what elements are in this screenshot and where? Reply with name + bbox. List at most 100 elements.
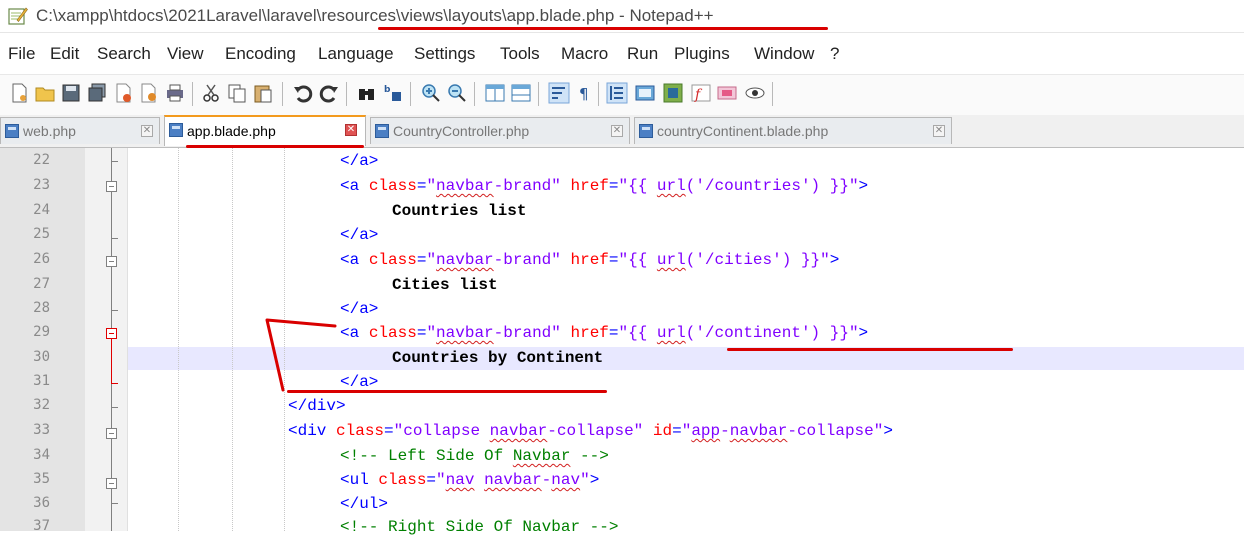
line-number: 37	[33, 518, 50, 534]
cut-icon[interactable]	[200, 82, 222, 104]
tab-label: web.php	[23, 123, 76, 139]
code-line: 22 </a>	[0, 152, 1244, 175]
zoom-in-icon[interactable]	[420, 82, 442, 104]
toolbar-separator	[474, 82, 475, 106]
code-text: <!-- Right Side Of Navbar -->	[340, 518, 619, 536]
indent-guide-icon[interactable]	[606, 82, 628, 104]
code-line: 32 </div>	[0, 397, 1244, 420]
sync-vertical-icon[interactable]	[484, 82, 506, 104]
paste-icon[interactable]	[252, 82, 274, 104]
code-text: <div class="collapse navbar-collapse" id…	[288, 422, 893, 440]
toolbar-separator	[598, 82, 599, 106]
code-text: Countries list	[392, 202, 527, 220]
toolbar-separator	[772, 82, 773, 106]
menu-window[interactable]: Window	[754, 44, 814, 64]
menu-language[interactable]: Language	[318, 44, 394, 64]
menu-run[interactable]: Run	[627, 44, 658, 64]
close-all-icon[interactable]	[138, 82, 160, 104]
file-saved-icon	[169, 123, 183, 137]
sync-horizontal-icon[interactable]	[510, 82, 532, 104]
copy-icon[interactable]	[226, 82, 248, 104]
code-text: Countries by Continent	[392, 349, 604, 367]
line-number: 26	[33, 251, 50, 267]
annotation-underline-url	[727, 348, 1013, 351]
line-number: 29	[33, 324, 50, 340]
tab-close-icon[interactable]: ✕	[141, 125, 153, 137]
code-line: 33 <div class="collapse navbar-collapse"…	[0, 422, 1244, 445]
code-line: 27 Cities list	[0, 276, 1244, 299]
line-number: 30	[33, 349, 50, 365]
code-text: </a>	[340, 152, 379, 170]
code-line: 26 <a class="navbar-brand" href="{{ url(…	[0, 251, 1244, 274]
function-list-icon[interactable]	[662, 82, 684, 104]
open-file-icon[interactable]	[34, 82, 56, 104]
code-text: <!-- Left Side Of Navbar -->	[340, 447, 609, 465]
line-number: 36	[33, 495, 50, 511]
code-line: 28 </a>	[0, 300, 1244, 323]
line-number: 24	[33, 202, 50, 218]
code-line: 37 <!-- Right Side Of Navbar -->	[0, 518, 1244, 541]
code-text: <ul class="nav navbar-nav">	[340, 471, 600, 489]
tab-close-icon[interactable]: ✕	[611, 125, 623, 137]
line-number: 25	[33, 226, 50, 242]
menu-settings[interactable]: Settings	[414, 44, 475, 64]
notepad-plus-plus-icon	[8, 7, 28, 25]
redo-icon[interactable]	[318, 82, 340, 104]
code-line: 30 Countries by Continent	[0, 349, 1244, 372]
menu-search[interactable]: Search	[97, 44, 151, 64]
file-saved-icon	[639, 124, 653, 138]
close-icon[interactable]	[112, 82, 134, 104]
code-text: <a class="navbar-brand" href="{{ url('/c…	[340, 251, 840, 269]
zoom-out-icon[interactable]	[446, 82, 468, 104]
annotation-bracket	[265, 318, 337, 392]
code-text: </ul>	[340, 495, 389, 513]
svg-text:¶: ¶	[579, 85, 589, 103]
code-text: <a class="navbar-brand" href="{{ url('/c…	[340, 177, 869, 195]
menu-plugins[interactable]: Plugins	[674, 44, 730, 64]
save-icon[interactable]	[60, 82, 82, 104]
window-title: C:\xampp\htdocs\2021Laravel\laravel\reso…	[36, 6, 714, 25]
tab-close-icon[interactable]: ✕	[933, 125, 945, 137]
code-line: 31 </a>	[0, 373, 1244, 396]
code-line: 35 <ul class="nav navbar-nav">	[0, 471, 1244, 494]
word-wrap-icon[interactable]	[548, 82, 570, 104]
menu-encoding[interactable]: Encoding	[225, 44, 296, 64]
menu-view[interactable]: View	[167, 44, 204, 64]
annotation-underline-path	[378, 27, 828, 30]
menu-file[interactable]: File	[8, 44, 35, 64]
save-all-icon[interactable]	[86, 82, 108, 104]
eye-icon[interactable]	[744, 82, 766, 104]
tab-country-continent-blade-php[interactable]: countryContinent.blade.php ✕	[634, 117, 952, 144]
tab-country-controller-php[interactable]: CountryController.php ✕	[370, 117, 630, 144]
annotation-underline-tab	[186, 145, 364, 148]
menu-tools[interactable]: Tools	[500, 44, 540, 64]
monitor-icon[interactable]	[716, 82, 738, 104]
code-text: </a>	[340, 300, 379, 318]
code-text: </div>	[288, 397, 346, 415]
menu-help[interactable]: ?	[830, 44, 839, 64]
toolbar-separator	[282, 82, 283, 106]
tab-label: countryContinent.blade.php	[657, 123, 829, 139]
menu-macro[interactable]: Macro	[561, 44, 608, 64]
menu-edit[interactable]: Edit	[50, 44, 79, 64]
tab-close-icon[interactable]: ✕	[345, 124, 357, 136]
tab-app-blade-php[interactable]: app.blade.php ✕	[164, 115, 366, 146]
replace-icon[interactable]: b	[382, 82, 404, 104]
tab-label: app.blade.php	[187, 123, 276, 139]
code-line: 24 Countries list	[0, 202, 1244, 225]
toolbar-separator	[538, 82, 539, 106]
folder-workspace-icon[interactable]: f	[690, 82, 712, 104]
svg-text:b: b	[384, 85, 391, 95]
code-line: 34 <!-- Left Side Of Navbar -->	[0, 447, 1244, 470]
find-icon[interactable]	[356, 82, 378, 104]
new-file-icon[interactable]	[8, 82, 30, 104]
tab-web-php[interactable]: web.php ✕	[0, 117, 160, 144]
show-all-chars-icon[interactable]: ¶	[574, 82, 596, 104]
doc-map-icon[interactable]	[634, 82, 656, 104]
print-icon[interactable]	[164, 82, 186, 104]
code-line: 25 </a>	[0, 226, 1244, 249]
line-number: 31	[33, 373, 50, 389]
toolbar-separator	[346, 82, 347, 106]
undo-icon[interactable]	[292, 82, 314, 104]
line-number: 34	[33, 447, 50, 463]
